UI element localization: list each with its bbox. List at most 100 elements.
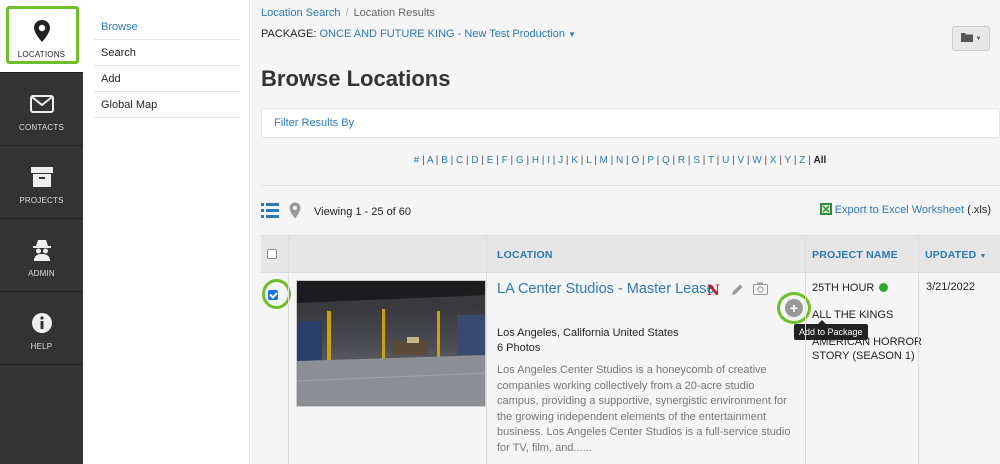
project-list: 25TH HOUR ALL THE KINGS AMERICAN HORROR … (812, 281, 922, 376)
alphabet-letter[interactable]: D (471, 155, 478, 166)
list-view-icon[interactable] (261, 203, 279, 221)
alphabet-separator: | (447, 155, 457, 166)
nav-label: HELP (30, 342, 53, 351)
divider (805, 273, 806, 464)
location-thumbnail[interactable] (296, 280, 486, 407)
export-excel-link[interactable]: Export to Excel Worksheet (.xls) (819, 203, 991, 218)
breadcrumb: Location Search / Location Results (261, 7, 435, 19)
breadcrumb-current: Location Results (353, 7, 435, 19)
alphabet-separator: | (478, 155, 487, 166)
subnav-item-browse[interactable]: Browse (94, 14, 240, 40)
add-to-package-button[interactable]: + (785, 299, 803, 317)
highlight-ring (262, 279, 291, 309)
netflix-badge: N (707, 283, 720, 299)
select-all-checkbox[interactable] (267, 249, 277, 259)
sub-nav: Browse Search Add Global Map (83, 0, 250, 464)
nav-contacts[interactable]: CONTACTS (0, 73, 83, 146)
map-view-icon[interactable] (289, 202, 301, 222)
alphabet-letter[interactable]: M (600, 155, 608, 166)
alphabet-separator: | (577, 155, 587, 166)
envelope-icon (29, 91, 55, 117)
results-count: Viewing 1 - 25 of 60 (314, 206, 412, 218)
alphabet-letter[interactable]: H (532, 155, 539, 166)
package-value: ONCE AND FUTURE KING - New Test Producti… (319, 28, 566, 40)
alphabet-separator: | (653, 155, 662, 166)
location-name-link[interactable]: LA Center Studios - Master Lease (497, 281, 715, 297)
project-item[interactable]: ALL THE KINGS (812, 308, 922, 322)
alphabet-separator: | (776, 155, 785, 166)
alphabet-separator: | (419, 155, 427, 166)
divider (918, 273, 919, 464)
alphabet-letter[interactable]: W (752, 155, 761, 166)
location-photo-count: 6 Photos (497, 342, 541, 354)
highlight-box (6, 6, 79, 64)
alphabet-letter[interactable]: S (693, 155, 700, 166)
nav-projects[interactable]: PROJECTS (0, 146, 83, 219)
table-header: LOCATION PROJECT NAME UPDATED ▼ (261, 235, 1000, 274)
alphabet-letter[interactable]: B (441, 155, 448, 166)
alphabet-separator: | (669, 155, 678, 166)
nav-help[interactable]: HELP (0, 292, 83, 365)
info-icon (29, 310, 55, 336)
project-name: ALL THE KINGS (812, 309, 894, 321)
main-content: Location Search / Location Results PACKAGE… (250, 0, 1000, 464)
caret-down-icon: ▼ (568, 30, 577, 39)
package-label: PACKAGE: (261, 28, 317, 40)
table-row: LA Center Studios - Master Lease N + Add… (261, 273, 1000, 464)
divider (486, 236, 487, 274)
alphabet-separator: | (433, 155, 442, 166)
alphabet-letter[interactable]: O (631, 155, 639, 166)
divider (918, 236, 919, 274)
project-name: 25TH HOUR (812, 282, 875, 294)
alphabet-letter[interactable]: K (571, 155, 578, 166)
results-toolbar: Viewing 1 - 25 of 60 Export to Excel Wor… (261, 201, 1000, 223)
spy-icon (29, 237, 55, 263)
subnav-item-global-map[interactable]: Global Map (94, 92, 240, 118)
divider (288, 236, 289, 274)
excel-icon (819, 203, 832, 218)
updated-label: UPDATED (925, 249, 977, 261)
folder-menu-button[interactable]: ▼ (952, 26, 990, 51)
caret-down-icon: ▼ (979, 253, 987, 260)
project-name: AMERICAN HORROR STORY (SEASON 1) (812, 336, 923, 362)
column-header-project-name[interactable]: PROJECT NAME (812, 236, 898, 274)
page-title: Browse Locations (261, 66, 451, 91)
alphabet-all[interactable]: All (813, 155, 826, 166)
location-city: Los Angeles, California United States (497, 327, 679, 339)
divider (805, 236, 806, 274)
subnav-item-add[interactable]: Add (94, 66, 240, 92)
project-item[interactable]: AMERICAN HORROR STORY (SEASON 1) (812, 335, 922, 363)
alphabet-separator: | (607, 155, 616, 166)
filter-results-toggle[interactable]: Filter Results By (261, 108, 1000, 138)
alphabet-separator: | (493, 155, 502, 166)
breadcrumb-location-search[interactable]: Location Search (261, 7, 341, 19)
nav-label: CONTACTS (18, 123, 64, 132)
updated-date: 3/21/2022 (926, 281, 975, 293)
alphabet-letter[interactable]: X (770, 155, 777, 166)
export-ext: (.xls) (967, 204, 991, 216)
alphabet-separator: | (550, 155, 559, 166)
alphabet-filter: # | A | B | C | D | E | F | G | H | I | … (250, 155, 990, 166)
alphabet-letter[interactable]: G (516, 155, 524, 166)
divider (288, 273, 289, 464)
alphabet-letter[interactable]: Q (662, 155, 670, 166)
alphabet-separator: | (791, 155, 800, 166)
breadcrumb-separator: / (345, 7, 349, 19)
package-selector: PACKAGE: ONCE AND FUTURE KING - New Test… (261, 28, 576, 40)
column-header-updated[interactable]: UPDATED ▼ (925, 236, 987, 274)
alphabet-separator: | (699, 155, 708, 166)
alphabet-separator: | (539, 155, 548, 166)
subnav-item-search[interactable]: Search (94, 40, 240, 66)
package-dropdown[interactable]: ONCE AND FUTURE KING - New Test Producti… (320, 28, 577, 40)
camera-icon[interactable] (753, 282, 768, 298)
active-status-dot (879, 283, 889, 292)
alphabet-separator: | (523, 155, 532, 166)
nav-admin[interactable]: ADMIN (0, 219, 83, 292)
archive-box-icon (29, 164, 55, 190)
edit-pencil-icon[interactable] (731, 283, 744, 299)
column-header-location[interactable]: LOCATION (497, 236, 553, 274)
project-item[interactable]: 25TH HOUR (812, 281, 922, 295)
nav-label: PROJECTS (19, 196, 64, 205)
alphabet-separator: | (591, 155, 600, 166)
divider (486, 273, 487, 464)
